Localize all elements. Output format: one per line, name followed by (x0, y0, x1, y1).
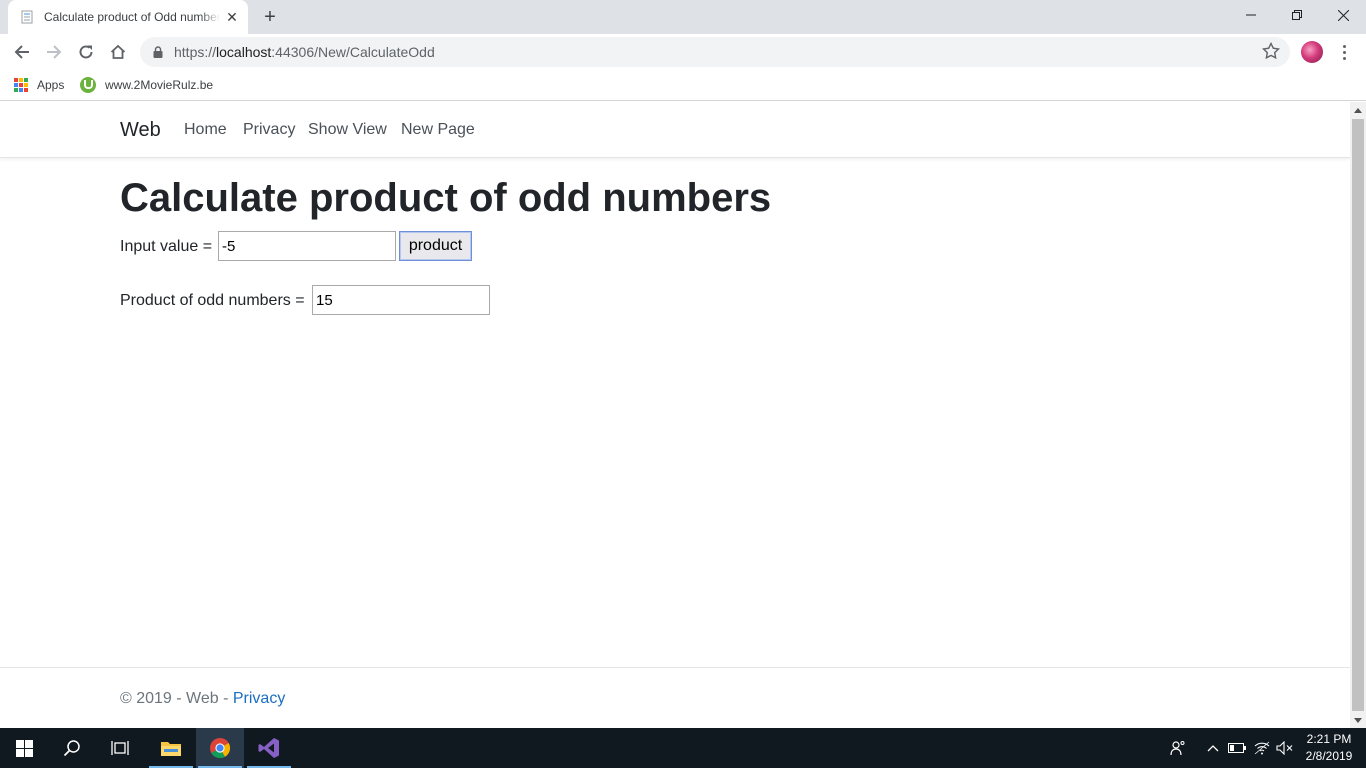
bookmark-2movierulz-label: www.2MovieRulz.be (105, 78, 214, 92)
reload-icon (79, 45, 93, 59)
site-brand-link[interactable]: Web (120, 119, 161, 142)
forward-button[interactable] (40, 38, 68, 66)
people-icon[interactable] (1168, 738, 1188, 758)
minimize-button[interactable] (1228, 0, 1274, 30)
volume-muted-icon[interactable] (1275, 738, 1295, 758)
start-button[interactable] (0, 728, 48, 768)
browser-toolbar: https://localhost:44306/New/CalculateOdd (0, 34, 1366, 70)
search-button[interactable] (48, 728, 96, 768)
task-view-icon (111, 741, 129, 755)
nav-home-link[interactable]: Home (184, 121, 227, 139)
url-path: :44306/New/CalculateOdd (271, 44, 435, 60)
scroll-up-arrow-icon[interactable] (1350, 102, 1366, 118)
product-button[interactable]: product (399, 231, 472, 261)
lock-icon (153, 45, 163, 63)
visual-studio-icon (258, 738, 279, 758)
page-viewport: Web Home Privacy Show View New Page Calc… (0, 102, 1350, 728)
windows-logo-icon (15, 739, 33, 757)
clock-time: 2:21 PM (1306, 732, 1352, 746)
close-window-button[interactable] (1320, 0, 1366, 30)
profile-avatar[interactable] (1301, 41, 1323, 63)
task-view-button[interactable] (96, 728, 144, 768)
network-icon[interactable] (1252, 738, 1272, 758)
search-icon (63, 740, 80, 757)
folder-icon (161, 742, 181, 756)
scroll-thumb[interactable] (1352, 119, 1364, 711)
visual-studio-button[interactable] (245, 728, 293, 768)
site-navbar: Web Home Privacy Show View New Page (0, 102, 1350, 158)
site-footer: © 2019 - Web - Privacy (0, 667, 1350, 728)
forward-arrow-icon (47, 45, 62, 59)
result-label: Product of odd numbers = (120, 292, 305, 309)
bookmark-star-icon[interactable] (1261, 41, 1282, 62)
footer-privacy-link[interactable]: Privacy (233, 690, 285, 707)
tab-title: Calculate product of Odd numbers (44, 10, 220, 24)
utorrent-icon (80, 77, 96, 93)
footer-copyright: © 2019 - Web - Privacy (120, 690, 285, 708)
restore-button[interactable] (1274, 0, 1320, 30)
nav-privacy-link[interactable]: Privacy (243, 121, 295, 139)
home-button[interactable] (104, 38, 132, 66)
url-host: localhost (216, 44, 272, 60)
show-hidden-icons-icon[interactable] (1203, 738, 1223, 758)
url-text: https://localhost:44306/New/CalculateOdd (174, 44, 435, 60)
bookmarks-bar: Apps www.2MovieRulz.be (0, 70, 1366, 101)
scroll-down-arrow-icon[interactable] (1350, 712, 1366, 728)
browser-menu-icon[interactable] (1334, 42, 1354, 62)
input-value-field[interactable] (218, 231, 396, 261)
footer-copyright-text: © 2019 - Web - (120, 690, 233, 707)
browser-tab[interactable]: Calculate product of Odd numbers ✕ (8, 0, 248, 34)
back-button[interactable] (8, 38, 36, 66)
clock-date: 2/8/2019 (1305, 749, 1353, 763)
apps-grid-icon (14, 78, 28, 92)
tab-close-icon[interactable]: ✕ (224, 9, 240, 25)
chrome-icon (210, 738, 231, 759)
windows-taskbar: 2:21 PM 2/8/2019 (0, 728, 1366, 768)
file-explorer-button[interactable] (147, 728, 195, 768)
page-scrollbar[interactable] (1350, 102, 1366, 728)
nav-new-page-link[interactable]: New Page (401, 121, 475, 139)
bookmark-2movierulz[interactable]: www.2MovieRulz.be (80, 75, 213, 95)
browser-tab-strip: Calculate product of Odd numbers ✕ + (0, 0, 1366, 34)
taskbar-clock[interactable]: 2:21 PM 2/8/2019 (1300, 731, 1358, 765)
chrome-taskbar-button[interactable] (196, 728, 244, 768)
page-favicon-icon (20, 10, 34, 24)
address-bar[interactable]: https://localhost:44306/New/CalculateOdd (140, 37, 1290, 67)
result-field[interactable] (312, 285, 490, 315)
battery-icon[interactable] (1227, 738, 1247, 758)
bookmark-apps[interactable]: Apps (14, 75, 64, 95)
nav-show-view-link[interactable]: Show View (308, 121, 387, 139)
page-title: Calculate product of odd numbers (120, 176, 772, 220)
new-tab-button[interactable]: + (258, 6, 282, 28)
bookmark-apps-label: Apps (37, 78, 65, 92)
input-value-label: Input value = (120, 238, 213, 255)
back-arrow-icon (14, 45, 29, 59)
url-scheme: https:// (174, 44, 217, 60)
reload-button[interactable] (72, 38, 100, 66)
home-icon (110, 44, 126, 59)
